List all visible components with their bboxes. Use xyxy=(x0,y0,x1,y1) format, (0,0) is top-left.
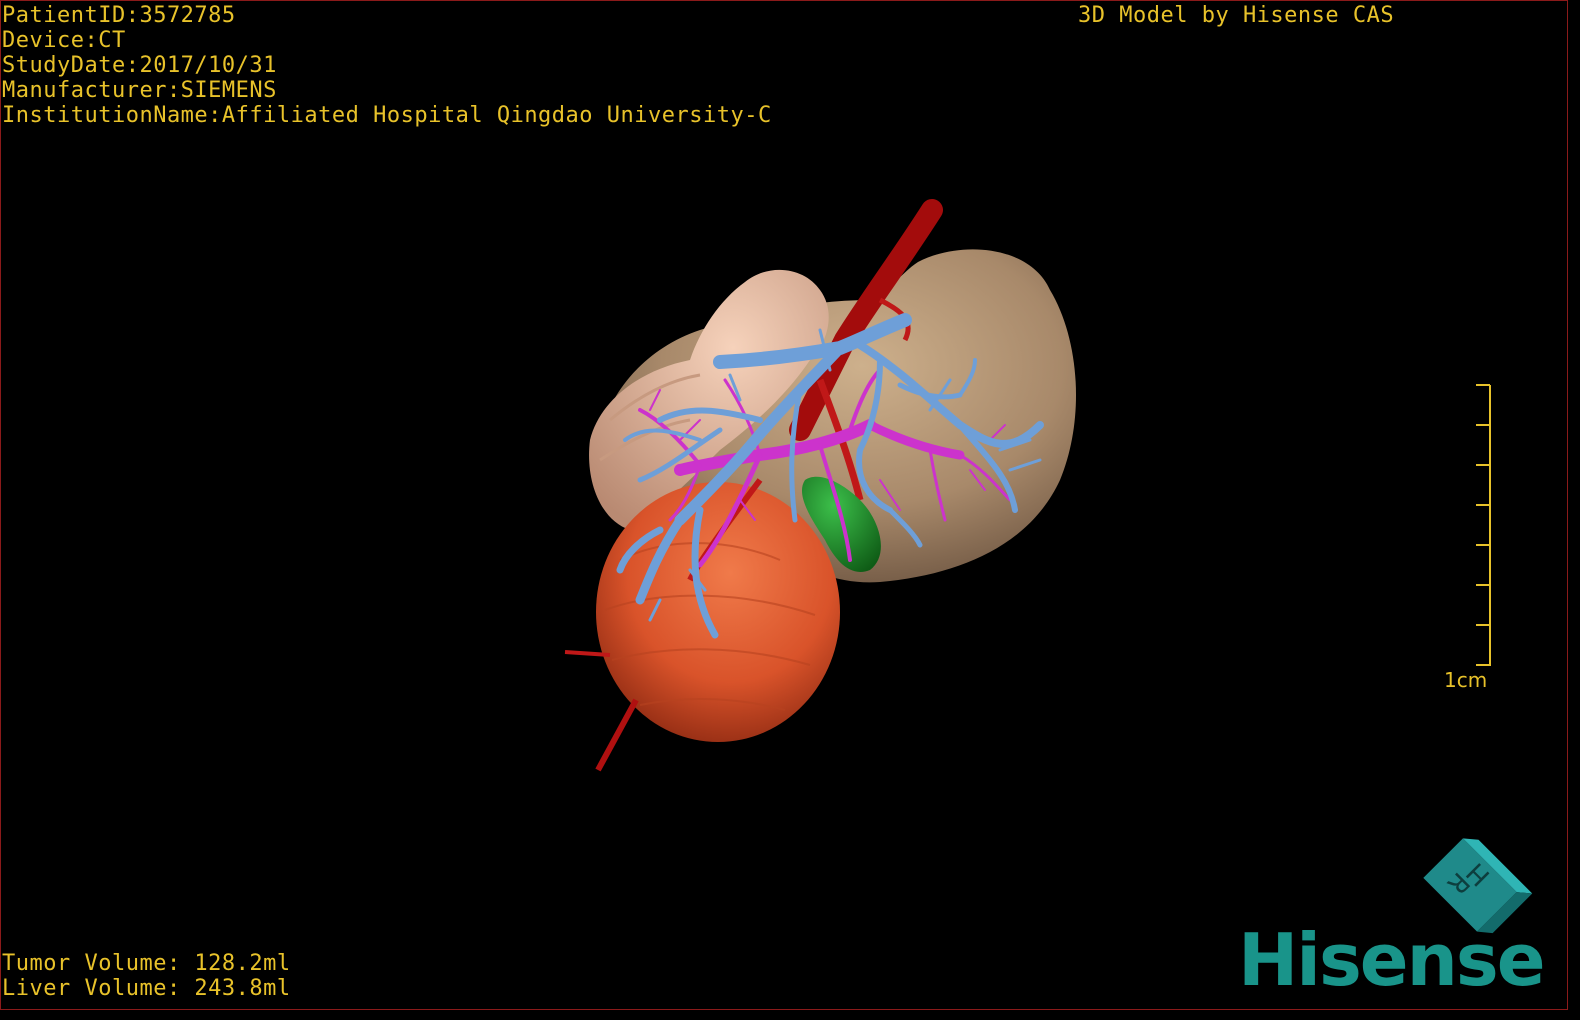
patient-id-label: PatientID:3572785 xyxy=(2,3,236,28)
patient-info-panel: PatientID:3572785 Device:CT StudyDate:2017… xyxy=(2,3,772,128)
institution-label: InstitutionName:Affiliated Hospital Qing… xyxy=(2,103,772,128)
3d-model-viewport[interactable]: H R xyxy=(0,0,1568,1010)
tumor-volume-label: Tumor Volume: 128.2ml xyxy=(2,951,291,976)
hisense-logo: Hisense xyxy=(1238,918,1546,1002)
volume-panel: Tumor Volume: 128.2ml Liver Volume: 243.8… xyxy=(2,951,291,1001)
scale-bar-label: 1cm xyxy=(1444,668,1488,692)
manufacturer-label: Manufacturer:SIEMENS xyxy=(2,78,277,103)
scale-bar xyxy=(1476,384,1491,666)
study-date-label: StudyDate:2017/10/31 xyxy=(2,53,277,78)
liver-volume-label: Liver Volume: 243.8ml xyxy=(2,976,291,1001)
artery-stub-down xyxy=(595,698,639,772)
device-label: Device:CT xyxy=(2,28,126,53)
model-credit-label: 3D Model by Hisense CAS xyxy=(1078,3,1395,28)
